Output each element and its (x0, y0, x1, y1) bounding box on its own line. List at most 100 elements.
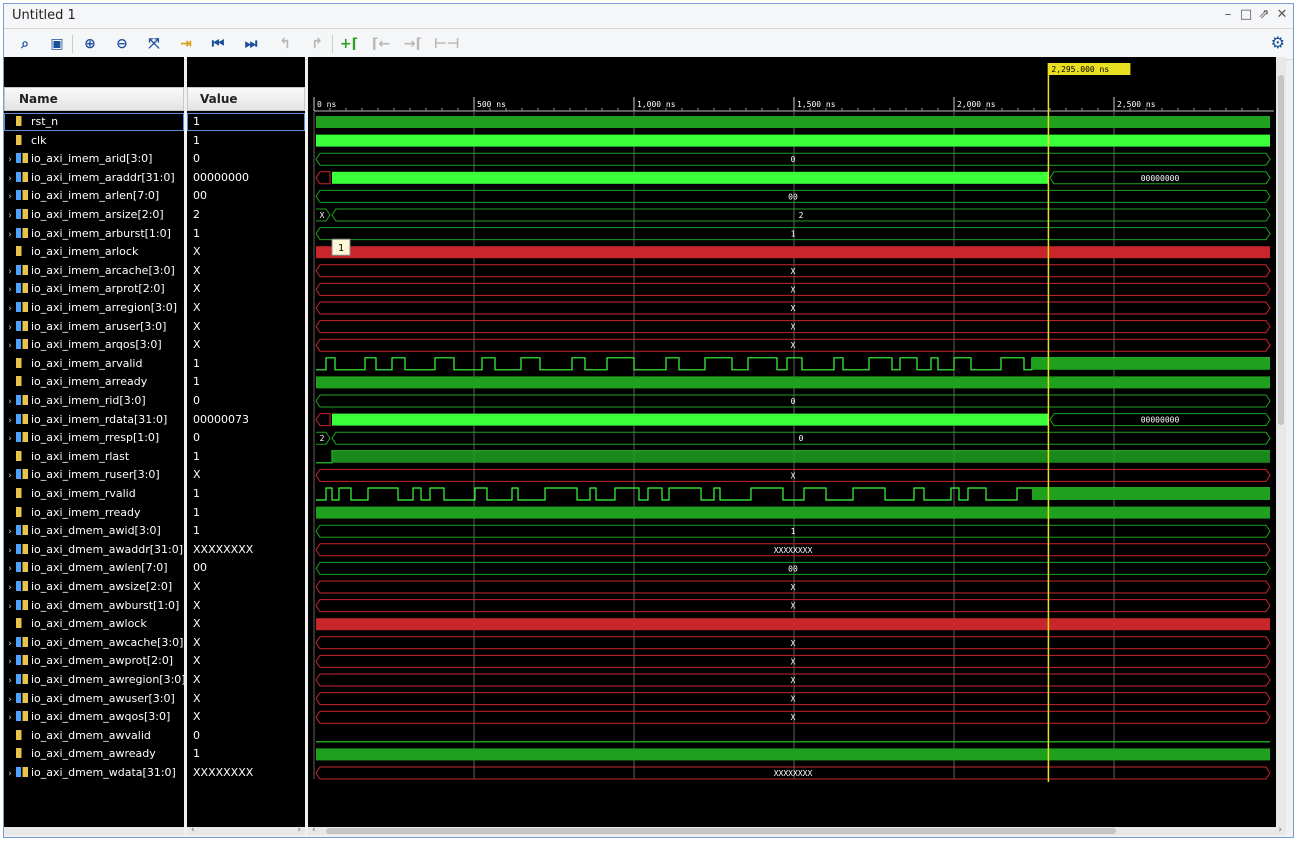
float-window-icon[interactable]: ⇗ (1257, 7, 1271, 22)
signal-row[interactable]: io_axi_imem_arlock (4, 243, 184, 261)
waveform-pane[interactable]: 0 ns 500 ns 1,000 ns 1,500 ns 2,000 ns 2,500 … (308, 57, 1286, 827)
signal-row[interactable]: › io_axi_imem_rresp[1:0] (4, 429, 184, 447)
expand-chevron-icon[interactable]: › (4, 226, 16, 243)
signal-name: io_axi_dmem_awuser[3:0] (31, 691, 175, 705)
signal-row[interactable]: › io_axi_dmem_awuser[3:0] (4, 690, 184, 708)
expand-chevron-icon[interactable]: › (4, 653, 16, 670)
scroll-left-icon[interactable]: ‹ (312, 825, 316, 835)
expand-chevron-icon[interactable]: › (4, 579, 16, 596)
go-to-start-icon[interactable]: ⏮ (207, 33, 229, 55)
time-tick-label: 1,500 ns (797, 100, 836, 109)
value-scrollbar[interactable]: ‹ › (187, 825, 305, 835)
scroll-right-icon[interactable]: › (1278, 825, 1282, 835)
zoom-fit-icon[interactable]: ⤧ (143, 33, 165, 55)
expand-chevron-icon[interactable]: › (4, 393, 16, 410)
name-scrollbar[interactable] (4, 827, 184, 835)
signal-row[interactable]: › io_axi_dmem_awburst[1:0] (4, 597, 184, 615)
vertical-scrollbar[interactable] (1276, 57, 1286, 827)
expand-chevron-icon[interactable]: › (4, 188, 16, 205)
expand-chevron-icon[interactable]: › (4, 300, 16, 317)
signal-row[interactable]: io_axi_imem_rready (4, 504, 184, 522)
expand-chevron-icon[interactable]: › (4, 635, 16, 652)
expand-chevron-icon[interactable]: › (4, 709, 16, 726)
signal-row[interactable]: › io_axi_imem_arlen[7:0] (4, 187, 184, 205)
signal-row[interactable]: › io_axi_imem_arburst[1:0] (4, 225, 184, 243)
signal-row[interactable]: io_axi_imem_rvalid (4, 485, 184, 503)
signal-value: 0 (193, 394, 200, 407)
signal-row[interactable]: io_axi_imem_arready (4, 373, 184, 391)
expand-chevron-icon[interactable]: › (4, 151, 16, 168)
expand-chevron-icon[interactable]: › (4, 263, 16, 280)
signal-row[interactable]: clk (4, 132, 184, 150)
minimize-icon[interactable]: – (1221, 7, 1235, 22)
expand-chevron-icon[interactable]: › (4, 412, 16, 429)
signal-row[interactable]: › io_axi_dmem_awqos[3:0] (4, 708, 184, 726)
go-to-end-icon[interactable]: ⏭ (240, 33, 262, 55)
signal-name: io_axi_dmem_awregion[3:0] (31, 673, 184, 686)
signal-row[interactable]: › io_axi_dmem_wdata[31:0] (4, 764, 184, 782)
expand-chevron-icon[interactable]: › (4, 281, 16, 298)
expand-chevron-icon[interactable]: › (4, 523, 16, 540)
go-to-cursor-icon[interactable]: ⇥ (175, 33, 197, 55)
value-column-header[interactable]: Value (187, 87, 305, 111)
signal-row[interactable]: › io_axi_imem_ruser[3:0] (4, 466, 184, 484)
signal-row[interactable]: › io_axi_dmem_awaddr[31:0] (4, 541, 184, 559)
expand-chevron-icon[interactable]: › (4, 672, 16, 689)
swap-cursors-icon[interactable]: ⊢⊣ (434, 33, 460, 55)
signal-row[interactable]: › io_axi_dmem_awlen[7:0] (4, 559, 184, 577)
signal-row[interactable]: › io_axi_imem_arqos[3:0] (4, 336, 184, 354)
expand-chevron-icon[interactable]: › (4, 598, 16, 615)
signal-row[interactable]: › io_axi_dmem_awprot[2:0] (4, 652, 184, 670)
horizontal-scrollbar[interactable]: ‹ › (308, 825, 1286, 835)
horizontal-scrollbar-thumb[interactable] (326, 828, 1116, 834)
expand-chevron-icon[interactable]: › (4, 319, 16, 336)
settings-gear-icon[interactable]: ⚙ (1271, 33, 1285, 52)
signal-row[interactable]: › io_axi_dmem_awsize[2:0] (4, 578, 184, 596)
name-column-header[interactable]: Name (4, 87, 184, 111)
scroll-right-icon[interactable]: › (297, 825, 301, 835)
signal-row[interactable]: › io_axi_imem_arprot[2:0] (4, 280, 184, 298)
bus-signal-icon (16, 227, 28, 238)
signal-row[interactable]: › io_axi_dmem_awcache[3:0] (4, 634, 184, 652)
signal-row[interactable]: io_axi_dmem_awlock (4, 615, 184, 633)
expand-chevron-icon[interactable]: › (4, 560, 16, 577)
signal-row[interactable]: › io_axi_imem_aruser[3:0] (4, 318, 184, 336)
zoom-in-icon[interactable]: ⊕ (79, 33, 101, 55)
scroll-left-icon[interactable]: ‹ (191, 825, 195, 835)
signal-row[interactable]: io_axi_imem_arvalid (4, 355, 184, 373)
save-icon[interactable]: ▣ (46, 33, 68, 55)
waveform-canvas[interactable]: 0 ns 500 ns 1,000 ns 1,500 ns 2,000 ns 2,500 … (308, 57, 1276, 827)
expand-chevron-icon[interactable]: › (4, 337, 16, 354)
signal-row[interactable]: rst_n (4, 113, 184, 131)
expand-chevron-icon[interactable]: › (4, 765, 16, 782)
signal-row[interactable]: io_axi_imem_rlast (4, 448, 184, 466)
signal-row[interactable]: io_axi_dmem_awvalid (4, 727, 184, 745)
expand-chevron-icon[interactable]: › (4, 467, 16, 484)
wave-bus-label: X (791, 602, 796, 611)
signal-row[interactable]: io_axi_dmem_awready (4, 745, 184, 763)
signal-row[interactable]: › io_axi_dmem_awid[3:0] (4, 522, 184, 540)
signal-row[interactable]: › io_axi_imem_rid[3:0] (4, 392, 184, 410)
zoom-out-icon[interactable]: ⊖ (111, 33, 133, 55)
signal-row[interactable]: › io_axi_imem_rdata[31:0] (4, 411, 184, 429)
expand-chevron-icon[interactable]: › (4, 207, 16, 224)
next-transition-icon[interactable]: ↱ (306, 33, 328, 55)
previous-marker-icon[interactable]: ⌈← (370, 33, 392, 55)
close-icon[interactable]: ✕ (1275, 7, 1289, 22)
add-marker-icon[interactable]: +⌈ (338, 33, 360, 55)
vertical-scrollbar-thumb[interactable] (1278, 75, 1284, 425)
zoom-search-icon[interactable]: ⌕ (14, 33, 36, 55)
signal-row[interactable]: › io_axi_imem_araddr[31:0] (4, 169, 184, 187)
maximize-icon[interactable]: □ (1239, 7, 1253, 22)
signal-row[interactable]: › io_axi_imem_arid[3:0] (4, 150, 184, 168)
signal-row[interactable]: › io_axi_imem_arcache[3:0] (4, 262, 184, 280)
expand-chevron-icon[interactable]: › (4, 542, 16, 559)
previous-transition-icon[interactable]: ↰ (274, 33, 296, 55)
signal-row[interactable]: › io_axi_dmem_awregion[3:0] (4, 671, 184, 689)
expand-chevron-icon[interactable]: › (4, 170, 16, 187)
next-marker-icon[interactable]: →⌈ (402, 33, 424, 55)
expand-chevron-icon[interactable]: › (4, 430, 16, 447)
signal-row[interactable]: › io_axi_imem_arsize[2:0] (4, 206, 184, 224)
signal-row[interactable]: › io_axi_imem_arregion[3:0] (4, 299, 184, 317)
expand-chevron-icon[interactable]: › (4, 691, 16, 708)
